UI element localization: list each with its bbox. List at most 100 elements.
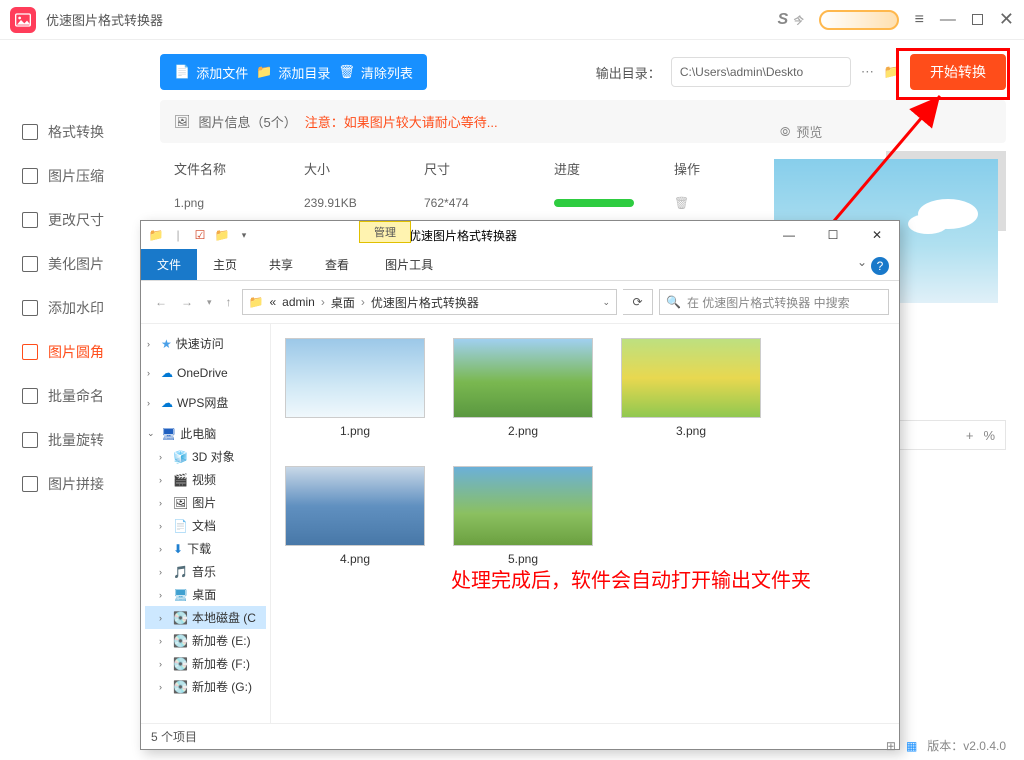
sidebar: 格式转换 图片压缩 更改尺寸 美化图片 添加水印 图片圆角 批量命名 批量旋转 … xyxy=(0,100,150,516)
file-item[interactable]: 2.png xyxy=(453,338,593,438)
explorer-file-tab[interactable]: 文件 xyxy=(141,249,197,280)
watermark-icon xyxy=(22,300,38,316)
path-folder-icon: 📁 xyxy=(249,295,264,309)
browse-button[interactable]: ⋯ xyxy=(861,64,874,80)
sidebar-item-rename[interactable]: 批量命名 xyxy=(0,374,150,418)
tree-item[interactable]: ›🖼图片 xyxy=(145,491,266,514)
tree-item[interactable]: ›🎬视频 xyxy=(145,468,266,491)
sidebar-item-beautify[interactable]: 美化图片 xyxy=(0,242,150,286)
explorer-titlebar[interactable]: 📁 | ☑ 📁 ▾ 优速图片格式转换器 — ☐ ✕ xyxy=(141,221,899,249)
col-op: 操作 xyxy=(674,159,734,178)
tree-thispc[interactable]: ⌄🖥此电脑 xyxy=(145,422,266,445)
sidebar-item-join[interactable]: 图片拼接 xyxy=(0,462,150,506)
start-convert-button[interactable]: 开始转换 xyxy=(910,54,1006,90)
minimize-icon[interactable]: — xyxy=(940,11,956,29)
explorer-tab-tools[interactable]: 图片工具 xyxy=(369,249,449,280)
col-dim: 尺寸 xyxy=(424,159,554,178)
version-label: 版本：v2.0.4.0 xyxy=(927,737,1006,754)
explorer-tab-view[interactable]: 查看 xyxy=(309,249,365,280)
thumbnail xyxy=(453,466,593,546)
qat-folder-icon[interactable]: 📁 xyxy=(213,226,231,244)
search-icon: 🔍 xyxy=(666,295,681,309)
tree-wps[interactable]: ›☁WPS网盘 xyxy=(145,391,266,414)
col-size: 大小 xyxy=(304,159,424,178)
path-dropdown[interactable]: ⌄ xyxy=(602,297,610,308)
explorer-file-area[interactable]: 1.png 2.png 3.png 4.png 5.png 处理完成后，软件会自… xyxy=(271,324,899,723)
nav-forward[interactable]: → xyxy=(177,295,197,309)
tree-item[interactable]: ›💽新加卷 (G:) xyxy=(145,675,266,698)
explorer-context-tab[interactable]: 管理 xyxy=(359,221,411,243)
tree-onedrive[interactable]: ›☁OneDrive xyxy=(145,363,266,383)
preview-icon: ⦾ xyxy=(780,124,790,140)
round-icon xyxy=(22,344,38,360)
explorer-tab-share[interactable]: 共享 xyxy=(253,249,309,280)
tree-item[interactable]: ›💽新加卷 (E:) xyxy=(145,629,266,652)
file-item[interactable]: 5.png xyxy=(453,466,593,566)
sidebar-item-round[interactable]: 图片圆角 xyxy=(0,330,150,374)
sidebar-item-watermark[interactable]: 添加水印 xyxy=(0,286,150,330)
explorer-window: 管理 📁 | ☑ 📁 ▾ 优速图片格式转换器 — ☐ ✕ 文件 主页 共享 查看… xyxy=(140,220,900,750)
file-item[interactable]: 1.png xyxy=(285,338,425,438)
tree-item-selected[interactable]: ›💽本地磁盘 (C xyxy=(145,606,266,629)
status-count: 5 个项目 xyxy=(151,728,197,745)
tree-item[interactable]: ›⬇下载 xyxy=(145,537,266,560)
sidebar-item-compress[interactable]: 图片压缩 xyxy=(0,154,150,198)
qat-check-icon[interactable]: ☑ xyxy=(191,226,209,244)
tree-item[interactable]: ›🧊3D 对象 xyxy=(145,445,266,468)
sidebar-item-resize[interactable]: 更改尺寸 xyxy=(0,198,150,242)
address-path[interactable]: 📁 « admin› 桌面› 优速图片格式转换器 ⌄ xyxy=(242,289,617,315)
thumbnail xyxy=(453,338,593,418)
nav-up[interactable]: ↑ xyxy=(222,295,236,309)
tree-item[interactable]: ›🎵音乐 xyxy=(145,560,266,583)
tree-item[interactable]: ›💽新加卷 (F:) xyxy=(145,652,266,675)
col-prog: 进度 xyxy=(554,159,674,178)
menu-icon[interactable]: ≡ xyxy=(915,11,924,29)
file-item[interactable]: 4.png xyxy=(285,466,425,566)
folder-qat-icon[interactable]: 📁 xyxy=(147,226,165,244)
toolbar: 📄添加文件 📁添加目录 🗑清除列表 输出目录： ⋯ 📁 开始转换 xyxy=(0,40,1024,104)
progress-bar xyxy=(554,199,634,207)
plus-button[interactable]: + xyxy=(966,428,974,443)
sidebar-item-rotate[interactable]: 批量旋转 xyxy=(0,418,150,462)
sidebar-item-format[interactable]: 格式转换 xyxy=(0,110,150,154)
nav-history[interactable]: ▾ xyxy=(203,297,216,308)
cell-dim: 762*474 xyxy=(424,196,554,210)
delete-row-button[interactable]: 🗑 xyxy=(674,196,734,210)
explorer-maximize[interactable]: ☐ xyxy=(811,221,855,249)
join-icon xyxy=(22,476,38,492)
s-icon[interactable]: S 今 xyxy=(777,11,802,29)
cloud-shape xyxy=(908,214,948,234)
qat-dropdown[interactable]: ▾ xyxy=(235,226,253,244)
tree-quick-access[interactable]: ›★快速访问 xyxy=(145,332,266,355)
view-grid-icon[interactable]: ▦ xyxy=(906,739,917,753)
thumbnail xyxy=(285,466,425,546)
add-file-button[interactable]: 📄添加文件 xyxy=(174,63,248,82)
explorer-close[interactable]: ✕ xyxy=(855,221,899,249)
explorer-help-icon[interactable]: ? xyxy=(871,257,889,275)
tree-item[interactable]: ›🖥桌面 xyxy=(145,583,266,606)
refresh-button[interactable]: ⟳ xyxy=(623,289,653,315)
rename-icon xyxy=(22,388,38,404)
maximize-icon[interactable] xyxy=(972,14,983,25)
toolbar-buttons: 📄添加文件 📁添加目录 🗑清除列表 xyxy=(160,54,427,90)
open-folder-button[interactable]: 📁 xyxy=(884,64,900,80)
clear-list-button[interactable]: 🗑清除列表 xyxy=(338,63,413,82)
view-list-icon[interactable]: ⊞ xyxy=(886,739,896,753)
output-path-input[interactable] xyxy=(671,57,851,87)
file-item[interactable]: 3.png xyxy=(621,338,761,438)
explorer-tab-home[interactable]: 主页 xyxy=(197,249,253,280)
explorer-minimize[interactable]: — xyxy=(767,221,811,249)
thumbnail xyxy=(285,338,425,418)
add-dir-button[interactable]: 📁添加目录 xyxy=(256,63,330,82)
search-input[interactable]: 🔍 在 优速图片格式转换器 中搜索 xyxy=(659,289,889,315)
nav-back[interactable]: ← xyxy=(151,295,171,309)
account-pill[interactable] xyxy=(819,10,899,30)
explorer-title: 优速图片格式转换器 xyxy=(409,227,517,244)
close-icon[interactable]: ✕ xyxy=(999,9,1014,30)
explorer-tree[interactable]: ›★快速访问 ›☁OneDrive ›☁WPS网盘 ⌄🖥此电脑 ›🧊3D 对象 … xyxy=(141,324,271,723)
tree-item[interactable]: ›📄文档 xyxy=(145,514,266,537)
convert-icon xyxy=(22,124,38,140)
explorer-ribbon-tabs: 文件 主页 共享 查看 图片工具 ⌄ xyxy=(141,249,899,281)
explorer-address-bar: ← → ▾ ↑ 📁 « admin› 桌面› 优速图片格式转换器 ⌄ ⟳ 🔍 在… xyxy=(141,281,899,324)
resize-icon xyxy=(22,212,38,228)
